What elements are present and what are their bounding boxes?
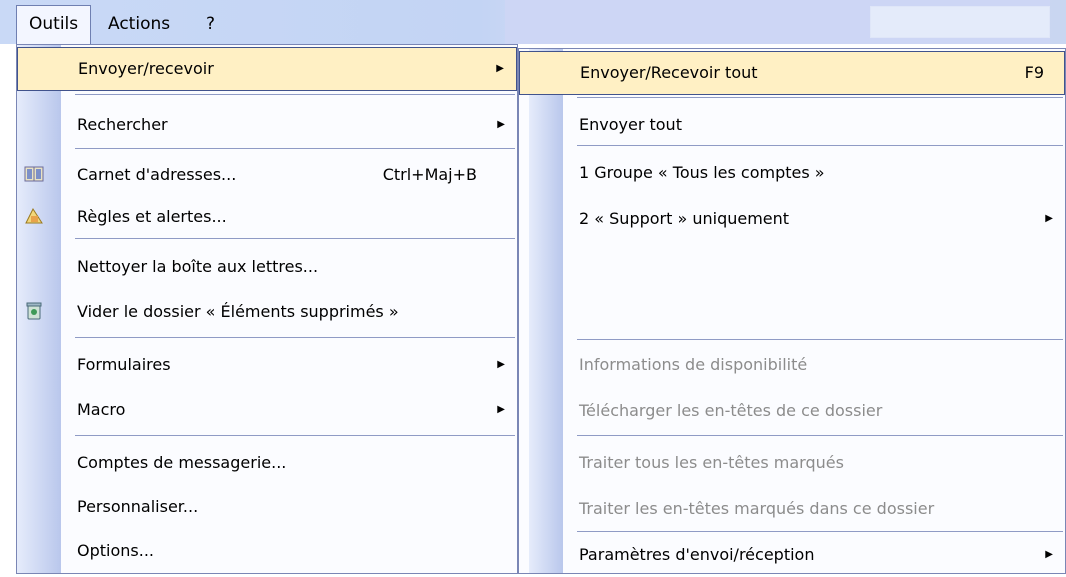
menu-item-carnet-adresses[interactable]: Carnet d'adresses... Ctrl+Maj+B [17, 153, 517, 197]
menu-item-label: Traiter tous les en-têtes marqués [579, 453, 844, 472]
submenu-arrow-icon: ▶ [497, 119, 505, 130]
menu-item-regles-alertes[interactable]: Règles et alertes... [17, 195, 517, 239]
separator [75, 148, 515, 149]
menu-item-label: Envoyer/Recevoir tout [580, 63, 758, 82]
menu-item-vider-dossier[interactable]: Vider le dossier « Éléments supprimés » [17, 290, 517, 334]
menu-item-envoyer-recevoir[interactable]: Envoyer/recevoir ▶ [17, 47, 517, 91]
separator [75, 337, 515, 338]
menu-item-label: Macro [77, 400, 126, 419]
separator [577, 145, 1063, 146]
menu-item-label: Carnet d'adresses... [77, 165, 237, 184]
menu-item-label: Vider le dossier « Éléments supprimés » [77, 302, 399, 321]
menu-item-label: Règles et alertes... [77, 207, 227, 226]
menu-item-nettoyer[interactable]: Nettoyer la boîte aux lettres... [17, 245, 517, 289]
address-book-icon [24, 166, 44, 182]
menu-item-envoyer-tout[interactable]: Envoyer tout [519, 103, 1065, 147]
menu-outils[interactable]: Outils [16, 5, 92, 46]
menu-item-traiter-en-tetes-dossier[interactable]: Traiter les en-têtes marqués dans ce dos… [519, 487, 1065, 531]
menu-item-label: Télécharger les en-têtes de ce dossier [579, 401, 883, 420]
send-receive-submenu: Envoyer/Recevoir tout F9 Envoyer tout 1 … [518, 48, 1066, 574]
menu-item-formulaires[interactable]: Formulaires ▶ [17, 343, 517, 387]
menu-item-label: Nettoyer la boîte aux lettres... [77, 257, 319, 276]
menu-item-rechercher[interactable]: Rechercher ▶ [17, 103, 517, 147]
menu-item-label: Traiter les en-têtes marqués dans ce dos… [579, 499, 935, 518]
highlight-rail [18, 48, 62, 90]
submenu-arrow-icon: ▶ [497, 404, 505, 415]
highlight-rail [520, 52, 564, 94]
trash-icon [26, 302, 42, 320]
menu-bar-toolbar-area [870, 6, 1050, 38]
menu-item-informations-disponibilite[interactable]: Informations de disponibilité [519, 343, 1065, 387]
menu-item-macro[interactable]: Macro ▶ [17, 388, 517, 432]
separator [577, 531, 1063, 532]
menu-item-envoyer-recevoir-tout[interactable]: Envoyer/Recevoir tout F9 [519, 51, 1065, 95]
separator [75, 435, 515, 436]
separator [577, 435, 1063, 436]
menu-item-label: Personnaliser... [77, 497, 199, 516]
menu-item-traiter-tous-en-tetes[interactable]: Traiter tous les en-têtes marqués [519, 441, 1065, 485]
menu-item-label: Formulaires [77, 355, 171, 374]
submenu-arrow-icon: ▶ [497, 359, 505, 370]
separator [577, 339, 1063, 340]
menu-item-personnaliser[interactable]: Personnaliser... [17, 485, 517, 529]
rules-icon [25, 207, 43, 224]
menu-item-label: 1 Groupe « Tous les comptes » [579, 163, 825, 182]
submenu-arrow-icon: ▶ [1045, 213, 1053, 224]
menu-item-support-uniquement[interactable]: 2 « Support » uniquement ▶ [519, 197, 1065, 241]
menu-item-label: Rechercher [77, 115, 168, 134]
menu-item-groupe-tous-comptes[interactable]: 1 Groupe « Tous les comptes » [519, 151, 1065, 195]
outils-dropdown: Envoyer/recevoir ▶ Rechercher ▶ Carnet d… [16, 44, 518, 574]
menu-item-comptes-messagerie[interactable]: Comptes de messagerie... [17, 441, 517, 485]
submenu-arrow-icon: ▶ [496, 63, 504, 74]
menu-item-label: Envoyer tout [579, 115, 682, 134]
menu-item-shortcut: F9 [1024, 63, 1044, 82]
menu-item-label: 2 « Support » uniquement [579, 209, 790, 228]
menu-help[interactable]: ? [196, 6, 225, 44]
menu-item-label: Comptes de messagerie... [77, 453, 287, 472]
menu-item-label: Envoyer/recevoir [78, 59, 214, 78]
menu-item-telecharger-en-tetes[interactable]: Télécharger les en-têtes de ce dossier [519, 389, 1065, 433]
separator [75, 238, 515, 239]
menu-item-options[interactable]: Options... [17, 529, 517, 573]
menu-item-label: Paramètres d'envoi/réception [579, 545, 815, 564]
menu-item-parametres-envoi-reception[interactable]: Paramètres d'envoi/réception ▶ [519, 533, 1065, 577]
menu-bar: Outils Actions ? [0, 0, 1066, 46]
separator [75, 94, 515, 95]
menu-item-shortcut: Ctrl+Maj+B [382, 165, 477, 184]
separator [577, 97, 1063, 98]
menu-item-label: Informations de disponibilité [579, 355, 808, 374]
submenu-arrow-icon: ▶ [1045, 549, 1053, 560]
menu-actions[interactable]: Actions [98, 6, 180, 44]
menu-item-label: Options... [77, 541, 154, 560]
